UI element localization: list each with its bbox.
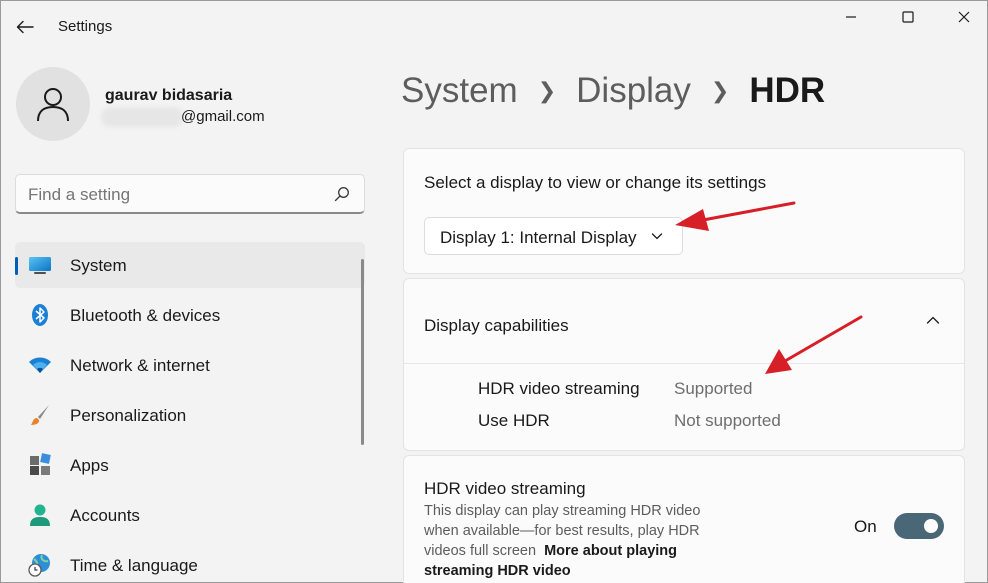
capability-value: Not supported <box>674 411 781 430</box>
sidebar-item-label: Personalization <box>70 406 187 425</box>
search-input[interactable] <box>28 185 328 205</box>
sidebar-item-label: Network & internet <box>70 356 210 375</box>
hdr-streaming-description: This display can play streaming HDR vide… <box>424 501 724 581</box>
search-icon[interactable] <box>334 186 350 202</box>
sidebar-nav: System Bluetooth & devices Network & int… <box>15 242 365 583</box>
sidebar-item-network-internet[interactable]: Network & internet <box>15 342 365 388</box>
display-capabilities-card: Display capabilities HDR video streaming… <box>403 278 965 451</box>
sidebar-item-personalization[interactable]: Personalization <box>15 392 365 438</box>
app-title: Settings <box>58 18 113 35</box>
minimize-icon <box>846 16 856 18</box>
email-redaction <box>101 107 183 127</box>
sidebar-item-label: Bluetooth & devices <box>70 306 221 325</box>
brush-icon <box>28 403 52 427</box>
user-name: gaurav bidasaria <box>105 87 233 104</box>
hdr-streaming-title: HDR video streaming <box>424 479 586 498</box>
display-dropdown-value: Display 1: Internal Display <box>440 228 637 247</box>
close-button[interactable] <box>941 1 987 33</box>
back-button[interactable] <box>9 12 41 42</box>
title-bar: Settings <box>1 1 987 53</box>
chevron-up-icon[interactable] <box>926 315 940 325</box>
close-icon <box>958 11 970 23</box>
sidebar-item-system[interactable]: System <box>15 242 365 288</box>
display-capabilities-title: Display capabilities <box>424 316 569 335</box>
sidebar-item-label: Accounts <box>70 506 140 525</box>
maximize-icon <box>902 11 914 23</box>
maximize-button[interactable] <box>885 1 931 33</box>
breadcrumb-system[interactable]: System <box>401 71 518 111</box>
bluetooth-icon <box>28 303 52 327</box>
user-email: @gmail.com <box>181 108 265 125</box>
sidebar-item-label: Time & language <box>70 556 198 575</box>
display-dropdown[interactable]: Display 1: Internal Display <box>424 217 683 255</box>
display-select-card: Select a display to view or change its s… <box>403 148 965 274</box>
capability-name: HDR video streaming <box>478 379 640 398</box>
sidebar-item-accounts[interactable]: Accounts <box>15 492 365 538</box>
globe-clock-icon <box>28 553 52 577</box>
chevron-down-icon <box>651 233 663 240</box>
back-arrow-icon <box>16 20 34 34</box>
sidebar-scrollbar[interactable] <box>361 259 364 445</box>
hdr-streaming-card: HDR video streaming This display can pla… <box>403 455 965 583</box>
capability-name: Use HDR <box>478 411 550 430</box>
selection-indicator <box>15 257 18 275</box>
display-select-label: Select a display to view or change its s… <box>424 173 767 192</box>
breadcrumb-display[interactable]: Display <box>576 71 691 111</box>
monitor-icon <box>28 253 52 277</box>
display-capabilities-header[interactable]: Display capabilities <box>404 279 964 364</box>
sidebar-item-time-language[interactable]: Time & language <box>15 542 365 583</box>
hdr-streaming-toggle[interactable] <box>894 513 944 539</box>
user-icon <box>37 88 69 122</box>
minimize-button[interactable] <box>828 1 874 33</box>
toggle-state-label: On <box>854 517 877 536</box>
wifi-icon <box>28 353 52 377</box>
person-icon <box>28 503 52 527</box>
sidebar-item-bluetooth-devices[interactable]: Bluetooth & devices <box>15 292 365 338</box>
chevron-right-icon: ❯ <box>537 78 557 103</box>
avatar[interactable] <box>16 67 90 141</box>
sidebar-item-apps[interactable]: Apps <box>15 442 365 488</box>
page-title: HDR <box>749 71 826 110</box>
settings-window: Settings gaurav bidasaria @gmail.com Fin… <box>0 0 988 583</box>
toggle-knob <box>924 519 938 533</box>
sidebar-item-label: System <box>70 256 127 275</box>
sidebar-item-label: Apps <box>70 456 109 475</box>
chevron-right-icon: ❯ <box>710 78 730 103</box>
capability-value: Supported <box>674 379 753 398</box>
breadcrumb: System ❯ Display ❯ HDR <box>401 69 825 113</box>
apps-icon <box>28 453 52 477</box>
search-box[interactable] <box>15 174 365 214</box>
